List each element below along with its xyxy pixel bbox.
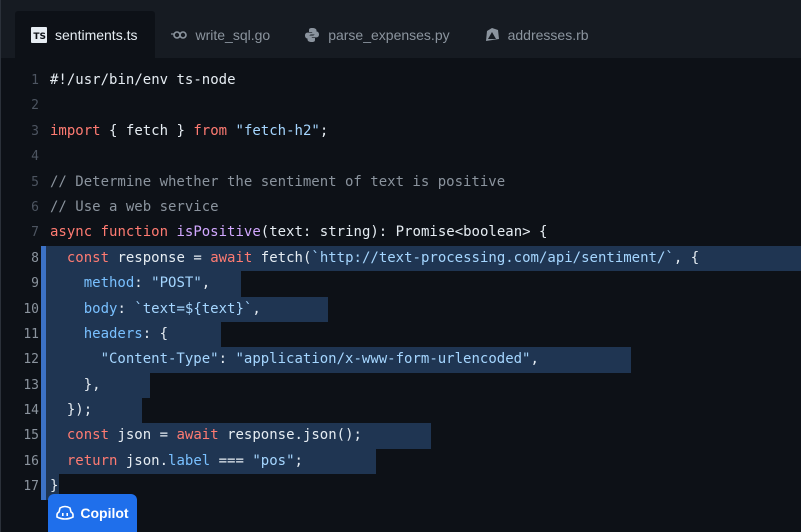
line-number: 15 xyxy=(23,428,39,444)
suggestion-gutter-bar xyxy=(41,398,46,424)
code-line[interactable]: 3 import { fetch } from "fetch-h2"; xyxy=(1,119,801,144)
line-text: // Use a web service xyxy=(50,198,219,215)
python-icon xyxy=(304,27,320,43)
line-number: 11 xyxy=(23,326,39,342)
code-line[interactable]: 2 xyxy=(1,93,801,118)
suggestion-gutter-bar xyxy=(41,372,46,399)
line-number: 10 xyxy=(23,301,39,317)
line-text: body: `text=${text}`, xyxy=(83,300,261,317)
line-number: 3 xyxy=(31,123,39,139)
line-text: import { fetch } from "fetch-h2"; xyxy=(50,122,329,139)
line-text: }); xyxy=(66,402,93,419)
tab-parse-expenses-py[interactable]: parse_expenses.py xyxy=(288,11,467,58)
code-line[interactable]: 1 #!/usr/bin/env ts-node xyxy=(1,68,801,93)
line-text: }, xyxy=(83,376,101,393)
code-line[interactable]: 14 }); xyxy=(1,398,801,424)
suggestion-gutter-bar xyxy=(41,347,46,373)
tab-sentiments-ts[interactable]: TS sentiments.ts xyxy=(15,11,156,58)
line-text: // Determine whether the sentiment of te… xyxy=(50,173,506,190)
code-area[interactable]: 1 #!/usr/bin/env ts-node 2 3 import { fetch … xyxy=(1,68,801,500)
copilot-button[interactable]: Copilot xyxy=(48,494,137,532)
code-line[interactable]: 12 "Content-Type": "application/x-www-fo… xyxy=(1,347,801,373)
line-text: return json.label === "pos"; xyxy=(66,452,303,469)
tab-write-sql-go[interactable]: write_sql.go xyxy=(155,11,288,58)
code-line[interactable]: 16 return json.label === "pos"; xyxy=(1,448,801,475)
line-number: 4 xyxy=(31,149,39,165)
code-line[interactable]: 7 async function isPositive(text: string)… xyxy=(1,220,801,245)
suggestion-gutter-bar xyxy=(41,474,46,500)
tab-label: sentiments.ts xyxy=(55,26,138,43)
code-editor-window: TS sentiments.ts write_sql.go parse_expe… xyxy=(0,0,801,532)
line-text: const response = await fetch(`http://tex… xyxy=(66,249,700,266)
line-text: async function isPositive(text: string):… xyxy=(50,224,548,241)
suggestion-gutter-bar xyxy=(41,321,46,348)
line-number: 2 xyxy=(31,98,39,114)
line-text: "Content-Type": "application/x-www-form-… xyxy=(100,351,539,368)
suggestion-gutter-bar xyxy=(41,271,46,297)
code-line[interactable]: 13 }, xyxy=(1,372,801,399)
code-line[interactable]: 8 const response = await fetch(`http://t… xyxy=(1,245,801,272)
code-line[interactable]: 9 method: "POST", xyxy=(1,271,801,297)
line-number: 9 xyxy=(31,276,39,292)
line-number: 5 xyxy=(31,174,39,190)
code-line[interactable]: 4 xyxy=(1,144,801,169)
line-number: 1 xyxy=(31,73,39,88)
suggestion-gutter-bar xyxy=(41,423,46,449)
tab-label: addresses.rb xyxy=(507,26,589,43)
line-number: 14 xyxy=(23,403,39,419)
line-number: 16 xyxy=(23,453,39,469)
copilot-icon xyxy=(56,505,75,521)
go-icon xyxy=(171,30,188,40)
tab-bar: TS sentiments.ts write_sql.go parse_expe… xyxy=(1,0,801,58)
suggestion-gutter-bar xyxy=(41,448,46,475)
line-text: method: "POST", xyxy=(83,275,211,292)
suggestion-gutter-bar xyxy=(41,296,46,322)
code-line[interactable]: 15 const json = await response.json(); xyxy=(1,423,801,449)
ruby-icon xyxy=(484,27,500,43)
code-line[interactable]: 5 // Determine whether the sentiment of t… xyxy=(1,170,801,195)
line-number: 13 xyxy=(23,377,39,393)
code-line[interactable]: 10 body: `text=${text}`, xyxy=(1,296,801,322)
line-number: 6 xyxy=(31,199,39,215)
code-line[interactable]: 11 headers: { xyxy=(1,321,801,348)
line-text: const json = await response.json(); xyxy=(66,427,362,444)
suggestion-gutter-bar xyxy=(41,245,46,272)
typescript-icon: TS xyxy=(31,26,47,43)
tab-label: write_sql.go xyxy=(195,26,271,43)
code-line[interactable]: 6 // Use a web service xyxy=(1,195,801,220)
line-number: 8 xyxy=(31,250,39,266)
line-number: 12 xyxy=(23,352,39,368)
copilot-label: Copilot xyxy=(80,505,129,521)
line-number: 7 xyxy=(31,225,39,241)
tab-addresses-rb[interactable]: addresses.rb xyxy=(468,11,607,58)
line-number: 17 xyxy=(23,479,39,495)
line-text: headers: { xyxy=(83,325,169,342)
tab-label: parse_expenses.py xyxy=(328,26,450,43)
line-text: #!/usr/bin/env ts-node xyxy=(50,72,236,88)
